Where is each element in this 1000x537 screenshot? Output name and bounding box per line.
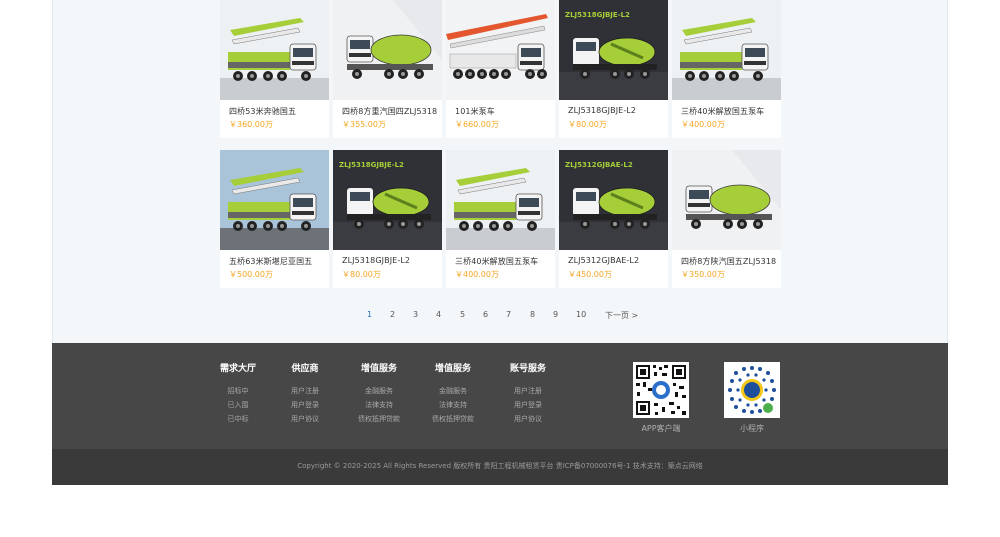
footer-column: 增值服务 金融服务 法律支持 债权抵押贷款 [339, 361, 419, 426]
page: 四桥53米奔驰国五 ￥360.00万 四桥8方重汽国四ZLJ5318 ￥355.… [0, 0, 1000, 537]
footer-link[interactable]: 金融服务 [339, 384, 419, 398]
product-title[interactable]: 三桥40米解放国五泵车 [455, 256, 551, 267]
page-link-9[interactable]: 9 [553, 310, 558, 319]
footer-column-title: 增值服务 [360, 364, 397, 374]
svg-text:ZLJ5312GJBAE-L2: ZLJ5312GJBAE-L2 [565, 161, 633, 169]
copyright-bar: Copyright © 2020-2025 All Rights Reserve… [52, 449, 948, 485]
product-price: ￥450.00万 [568, 270, 612, 279]
product-price: ￥80.00万 [568, 120, 607, 129]
product-image[interactable]: ZLJ5318GJBJE-L2 [333, 150, 442, 250]
footer-link[interactable]: 用户协议 [488, 412, 568, 426]
page-link-5[interactable]: 5 [460, 310, 465, 319]
page-link-3[interactable]: 3 [413, 310, 418, 319]
app-qr-label: APP客户端 [641, 424, 681, 433]
product-card[interactable]: 四桥8方重汽国四ZLJ5318 ￥355.00万 [333, 0, 442, 138]
product-title[interactable]: 101米泵车 [455, 106, 551, 117]
product-price: ￥500.00万 [229, 270, 273, 279]
product-card[interactable]: 101米泵车 ￥660.00万 [446, 0, 555, 138]
footer-link[interactable]: 法律支持 [339, 398, 419, 412]
footer-link[interactable]: 债权抵押贷款 [339, 412, 419, 426]
footer-link[interactable]: 法律支持 [413, 398, 493, 412]
svg-text:ZLJ5318GJBJE-L2: ZLJ5318GJBJE-L2 [565, 11, 630, 19]
next-page-link[interactable]: 下一页 > [605, 310, 638, 321]
footer-column-title: 账号服务 [509, 364, 546, 374]
page-link-4[interactable]: 4 [436, 310, 441, 319]
product-title[interactable]: 四桥8方重汽国四ZLJ5318 [342, 106, 438, 117]
product-card[interactable]: 五桥63米斯堪尼亚国五 ￥500.00万 [220, 150, 329, 288]
svg-text:ZLJ5318GJBJE-L2: ZLJ5318GJBJE-L2 [339, 161, 404, 169]
footer-column-title: 供应商 [291, 364, 319, 374]
mini-program-qr-code [724, 362, 780, 418]
product-card[interactable]: 三桥40米解放国五泵车 ￥400.00万 [446, 150, 555, 288]
product-card[interactable]: ZLJ5318GJBJE-L2 ZLJ5318GJBJE-L2 ￥80.00万 [559, 0, 668, 138]
product-title[interactable]: ZLJ5318GJBJE-L2 [342, 256, 438, 265]
product-price: ￥360.00万 [229, 120, 273, 129]
page-link-10[interactable]: 10 [576, 310, 586, 319]
product-image[interactable] [672, 150, 781, 250]
page-link-2[interactable]: 2 [390, 310, 395, 319]
product-card[interactable]: ZLJ5312GJBAE-L2 ZLJ5312GJBAE-L2 ￥450.00万 [559, 150, 668, 288]
app-qr-code [633, 362, 689, 418]
product-card[interactable]: 三桥40米解放国五泵车 ￥400.00万 [672, 0, 781, 138]
product-image[interactable] [446, 0, 555, 100]
product-price: ￥400.00万 [681, 120, 725, 129]
footer-column-title: 增值服务 [434, 364, 471, 374]
product-title[interactable]: 三桥40米解放国五泵车 [681, 106, 777, 117]
product-image[interactable] [220, 150, 329, 250]
page-link-8[interactable]: 8 [530, 310, 535, 319]
footer-column: 账号服务 用户注册 用户登录 用户协议 [488, 361, 568, 426]
page-link-7[interactable]: 7 [506, 310, 511, 319]
product-card[interactable]: ZLJ5318GJBJE-L2 ZLJ5318GJBJE-L2 ￥80.00万 [333, 150, 442, 288]
product-image[interactable] [220, 0, 329, 100]
footer: 需求大厅 招标中 已入围 已中标 供应商 用户注册 用户登录 用户协议 增值服务… [52, 343, 948, 449]
product-price: ￥355.00万 [342, 120, 386, 129]
product-image[interactable] [672, 0, 781, 100]
product-card[interactable]: 四桥53米奔驰国五 ￥360.00万 [220, 0, 329, 138]
footer-link[interactable]: 债权抵押贷款 [413, 412, 493, 426]
product-price: ￥350.00万 [681, 270, 725, 279]
footer-column: 增值服务 金融服务 法律支持 债权抵押贷款 [413, 361, 493, 426]
product-card[interactable]: 四桥8方陕汽国五ZLJ5318 ￥350.00万 [672, 150, 781, 288]
mini-program-qr-label: 小程序 [740, 424, 764, 433]
product-title[interactable]: 五桥63米斯堪尼亚国五 [229, 256, 325, 267]
copyright-text: Copyright © 2020-2025 All Rights Reserve… [297, 462, 703, 470]
product-image[interactable] [333, 0, 442, 100]
product-title[interactable]: 四桥8方陕汽国五ZLJ5318 [681, 256, 777, 267]
product-image[interactable]: ZLJ5312GJBAE-L2 [559, 150, 668, 250]
page-link-6[interactable]: 6 [483, 310, 488, 319]
product-title[interactable]: ZLJ5318GJBJE-L2 [568, 106, 664, 115]
footer-link[interactable]: 用户注册 [265, 384, 345, 398]
footer-link[interactable]: 用户登录 [265, 398, 345, 412]
main-content: 四桥53米奔驰国五 ￥360.00万 四桥8方重汽国四ZLJ5318 ￥355.… [52, 0, 948, 343]
product-title[interactable]: ZLJ5312GJBAE-L2 [568, 256, 664, 265]
footer-link[interactable]: 金融服务 [413, 384, 493, 398]
footer-link[interactable]: 用户登录 [488, 398, 568, 412]
pagination: 1 2 3 4 5 6 7 8 9 10 下一页 > [53, 310, 949, 324]
footer-column: 供应商 用户注册 用户登录 用户协议 [265, 361, 345, 426]
footer-link[interactable]: 用户协议 [265, 412, 345, 426]
product-price: ￥80.00万 [342, 270, 381, 279]
product-title[interactable]: 四桥53米奔驰国五 [229, 106, 325, 117]
page-link-1[interactable]: 1 [367, 310, 372, 319]
footer-link[interactable]: 用户注册 [488, 384, 568, 398]
product-image[interactable] [446, 150, 555, 250]
product-price: ￥400.00万 [455, 270, 499, 279]
product-image[interactable]: ZLJ5318GJBJE-L2 [559, 0, 668, 100]
product-price: ￥660.00万 [455, 120, 499, 129]
